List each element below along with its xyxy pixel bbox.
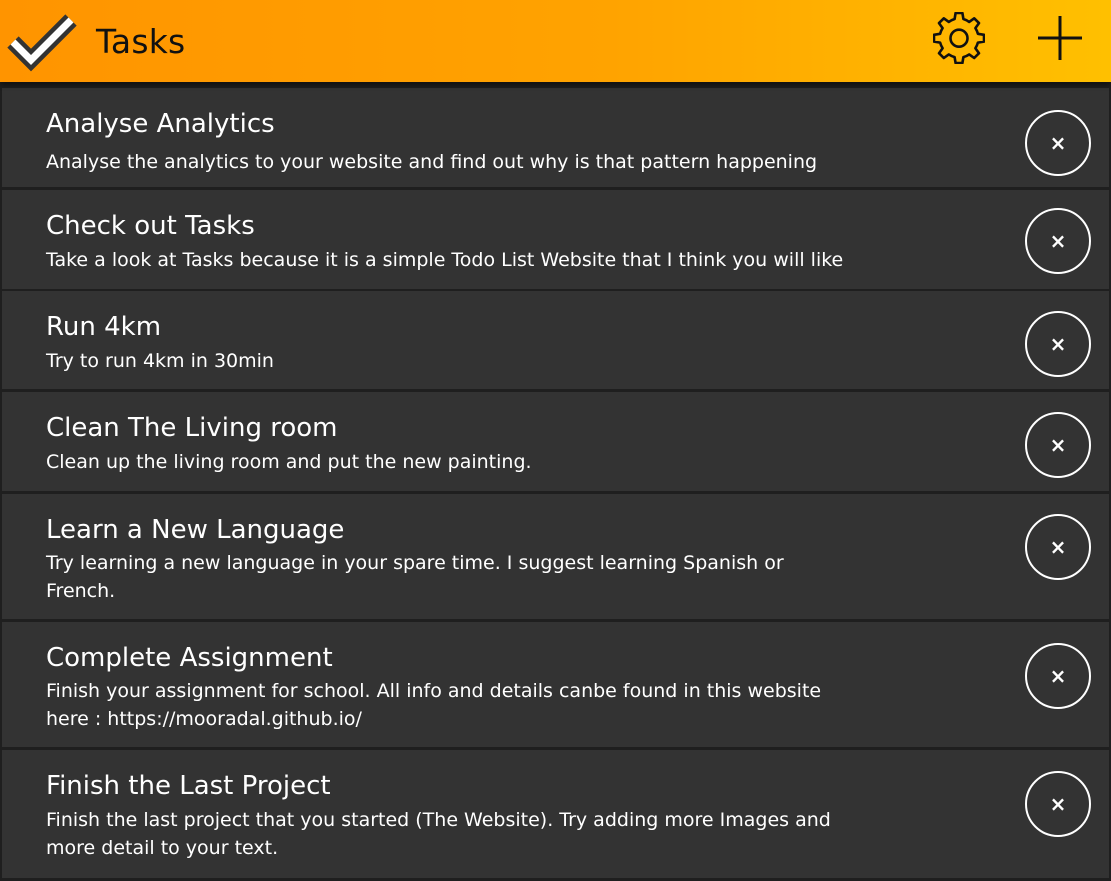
- tasks-app: Tasks Analyse Analytics Analyse the anal…: [0, 0, 1111, 881]
- task-item: Learn a New Language Try learning a new …: [2, 494, 1109, 619]
- close-icon: ×: [1049, 535, 1067, 559]
- task-description: Finish the last project that you started…: [46, 809, 831, 859]
- delete-task-button[interactable]: ×: [1025, 208, 1091, 274]
- task-title: Analyse Analytics: [46, 109, 275, 139]
- plus-icon: [1034, 12, 1086, 68]
- close-icon: ×: [1049, 433, 1067, 457]
- checkmark-icon: [5, 10, 79, 72]
- close-icon: ×: [1049, 792, 1067, 816]
- gear-icon: [932, 11, 986, 68]
- task-title: Run 4km: [46, 312, 162, 342]
- settings-button[interactable]: [932, 11, 986, 68]
- task-title: Finish the Last Project: [46, 771, 331, 801]
- task-description: Clean up the living room and put the new…: [46, 451, 532, 473]
- delete-task-button[interactable]: ×: [1025, 643, 1091, 709]
- task-title: Check out Tasks: [46, 211, 255, 241]
- delete-task-button[interactable]: ×: [1025, 412, 1091, 478]
- delete-task-button[interactable]: ×: [1025, 311, 1091, 377]
- task-description: Take a look at Tasks because it is a sim…: [46, 249, 844, 271]
- close-icon: ×: [1049, 664, 1067, 688]
- task-title: Clean The Living room: [46, 413, 338, 443]
- task-description: Try to run 4km in 30min: [46, 350, 274, 372]
- app-title: Tasks: [96, 22, 186, 61]
- task-item: Check out Tasks Take a look at Tasks bec…: [2, 190, 1109, 289]
- close-icon: ×: [1049, 131, 1067, 155]
- delete-task-button[interactable]: ×: [1025, 110, 1091, 176]
- task-item: Complete Assignment Finish your assignme…: [2, 622, 1109, 747]
- task-description: Analyse the analytics to your website an…: [46, 151, 818, 173]
- task-item: Finish the Last Project Finish the last …: [2, 750, 1109, 878]
- delete-task-button[interactable]: ×: [1025, 771, 1091, 837]
- task-description: Finish your assignment for school. All i…: [46, 680, 822, 730]
- delete-task-button[interactable]: ×: [1025, 514, 1091, 580]
- app-header: Tasks: [0, 0, 1111, 82]
- task-title: Learn a New Language: [46, 515, 345, 545]
- task-title: Complete Assignment: [46, 643, 333, 673]
- close-icon: ×: [1049, 332, 1067, 356]
- task-item: Clean The Living room Clean up the livin…: [2, 392, 1109, 491]
- task-description: Try learning a new language in your spar…: [46, 552, 784, 602]
- task-item: Run 4km Try to run 4km in 30min ×: [2, 291, 1109, 389]
- close-icon: ×: [1049, 229, 1067, 253]
- task-item: Analyse Analytics Analyse the analytics …: [2, 88, 1109, 187]
- add-task-button[interactable]: [1034, 14, 1086, 66]
